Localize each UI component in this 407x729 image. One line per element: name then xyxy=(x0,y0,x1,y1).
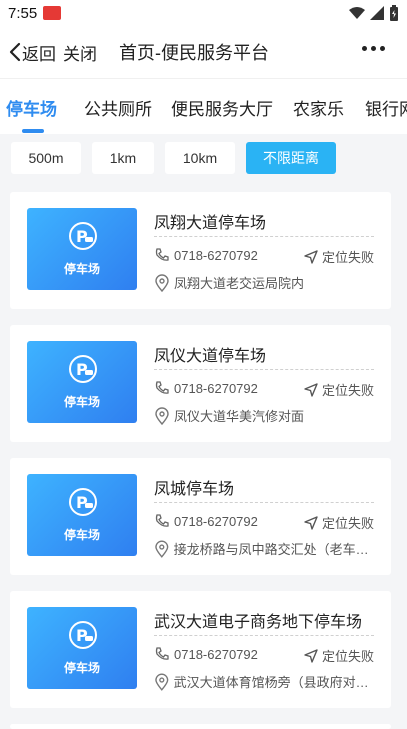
category-tabs: 停车场 公共厕所 便民服务大厅 农家乐 银行网点 xyxy=(0,78,407,134)
signal-icon xyxy=(370,6,384,20)
distance-filter-bar: 500m 1km 10km 不限距离 xyxy=(0,134,407,180)
location-status[interactable]: 定位失败 xyxy=(303,646,374,665)
divider xyxy=(154,236,374,237)
parking-icon: P xyxy=(69,222,97,250)
svg-text:P: P xyxy=(76,360,88,379)
parking-icon: P xyxy=(69,355,97,383)
tab-farm-stay[interactable]: 农家乐 xyxy=(293,95,344,120)
more-dot-icon xyxy=(371,46,376,51)
location-status-text: 定位失败 xyxy=(321,649,374,664)
tab-public-toilet[interactable]: 公共厕所 xyxy=(84,95,152,120)
app-notification-icon xyxy=(43,6,62,20)
divider xyxy=(154,502,374,503)
phone-number: 0718-6270792 xyxy=(174,247,258,263)
more-dot-icon xyxy=(380,46,385,51)
parking-icon: P xyxy=(69,488,97,516)
navigation-arrow-icon xyxy=(304,515,318,530)
place-address: 凤仪大道华美汽修对面 xyxy=(174,409,305,424)
location-status-text: 定位失败 xyxy=(321,516,374,531)
place-address: 凤翔大道老交运局院内 xyxy=(174,276,305,291)
more-dot-icon xyxy=(362,46,367,51)
parking-card[interactable]: P 停车场 武汉大道电子商务地下停车场 0718-6270792 定位失败 武汉… xyxy=(10,591,391,708)
phone-icon xyxy=(155,647,169,660)
filter-500m[interactable]: 500m xyxy=(11,142,81,174)
phone-link[interactable]: 0718-6270792 xyxy=(154,646,258,662)
parking-thumbnail: P 停车场 xyxy=(27,341,137,423)
place-address: 武汉大道体育馆杨旁（县政府对面） xyxy=(173,675,376,690)
wifi-icon xyxy=(349,7,365,19)
phone-icon xyxy=(155,248,169,261)
location-status[interactable]: 定位失败 xyxy=(303,247,374,266)
filter-unlimited[interactable]: 不限距离 xyxy=(246,142,336,174)
address-row: 接龙桥路与凤中路交汇处（老车站） xyxy=(154,539,376,558)
thumbnail-label: 停车场 xyxy=(63,528,100,542)
navigation-arrow-icon xyxy=(304,249,318,264)
phone-link[interactable]: 0718-6270792 xyxy=(154,380,258,396)
svg-text:P: P xyxy=(76,493,88,512)
svg-text:P: P xyxy=(76,227,88,246)
place-name: 武汉大道电子商务地下停车场 xyxy=(154,614,363,631)
divider xyxy=(154,369,374,370)
svg-text:P: P xyxy=(76,626,88,645)
parking-card[interactable]: P 停车场 凤翔大道停车场 0718-6270792 定位失败 凤翔大道老交运局… xyxy=(10,192,391,309)
parking-icon: P xyxy=(69,621,97,649)
parking-card[interactable]: P 停车场 凤城停车场 0718-6270792 定位失败 接龙桥路与凤中路交汇… xyxy=(10,458,391,575)
navigation-arrow-icon xyxy=(304,648,318,663)
phone-icon xyxy=(155,381,169,394)
map-pin-icon xyxy=(155,273,169,292)
phone-icon xyxy=(155,514,169,527)
phone-number: 0718-6270792 xyxy=(174,646,258,662)
parking-card[interactable]: P 停车场 凤仪大道停车场 0718-6270792 定位失败 凤仪大道华美汽修… xyxy=(10,325,391,442)
phone-number: 0718-6270792 xyxy=(174,380,258,396)
close-button[interactable]: 关闭 xyxy=(63,40,97,65)
location-status[interactable]: 定位失败 xyxy=(303,513,374,532)
place-name: 凤城停车场 xyxy=(154,481,235,498)
place-name: 凤仪大道停车场 xyxy=(154,348,267,365)
status-bar: 7:55 xyxy=(0,0,407,26)
divider xyxy=(154,635,374,636)
place-address: 接龙桥路与凤中路交汇处（老车站） xyxy=(173,542,376,557)
location-status-text: 定位失败 xyxy=(321,383,374,398)
navigation-bar: 返回 关闭 首页-便民服务平台 xyxy=(0,26,407,78)
address-row: 凤翔大道老交运局院内 xyxy=(154,273,376,292)
thumbnail-label: 停车场 xyxy=(63,395,100,409)
phone-number: 0718-6270792 xyxy=(174,513,258,529)
location-status-text: 定位失败 xyxy=(321,250,374,265)
status-indicators xyxy=(349,5,399,21)
status-time: 7:55 xyxy=(8,4,38,22)
tab-service-hall[interactable]: 便民服务大厅 xyxy=(171,95,273,120)
filter-1km[interactable]: 1km xyxy=(92,142,154,174)
phone-link[interactable]: 0718-6270792 xyxy=(154,513,258,529)
thumbnail-label: 停车场 xyxy=(63,262,100,276)
phone-link[interactable]: 0718-6270792 xyxy=(154,247,258,263)
address-row: 武汉大道体育馆杨旁（县政府对面） xyxy=(154,672,376,691)
parking-thumbnail: P 停车场 xyxy=(27,607,137,689)
address-row: 凤仪大道华美汽修对面 xyxy=(154,406,376,425)
chevron-left-icon xyxy=(9,42,21,62)
back-label: 返回 xyxy=(22,44,56,64)
battery-icon xyxy=(390,5,398,21)
parking-thumbnail: P 停车场 xyxy=(27,208,137,290)
active-tab-indicator xyxy=(22,129,44,133)
map-pin-icon xyxy=(155,673,169,691)
tab-bank-branch[interactable]: 银行网点 xyxy=(365,95,407,120)
more-options-button[interactable] xyxy=(362,42,385,55)
navigation-arrow-icon xyxy=(304,382,318,397)
back-button[interactable]: 返回 xyxy=(8,34,56,70)
map-pin-icon xyxy=(155,406,169,425)
map-pin-icon xyxy=(155,540,169,558)
location-status[interactable]: 定位失败 xyxy=(303,380,374,399)
filter-10km[interactable]: 10km xyxy=(165,142,235,174)
thumbnail-label: 停车场 xyxy=(63,661,100,675)
page-title: 首页-便民服务平台 xyxy=(119,43,269,63)
parking-thumbnail: P 停车场 xyxy=(27,474,137,556)
place-name: 凤翔大道停车场 xyxy=(154,215,267,232)
parking-card[interactable] xyxy=(10,724,391,729)
tab-parking[interactable]: 停车场 xyxy=(6,95,57,120)
